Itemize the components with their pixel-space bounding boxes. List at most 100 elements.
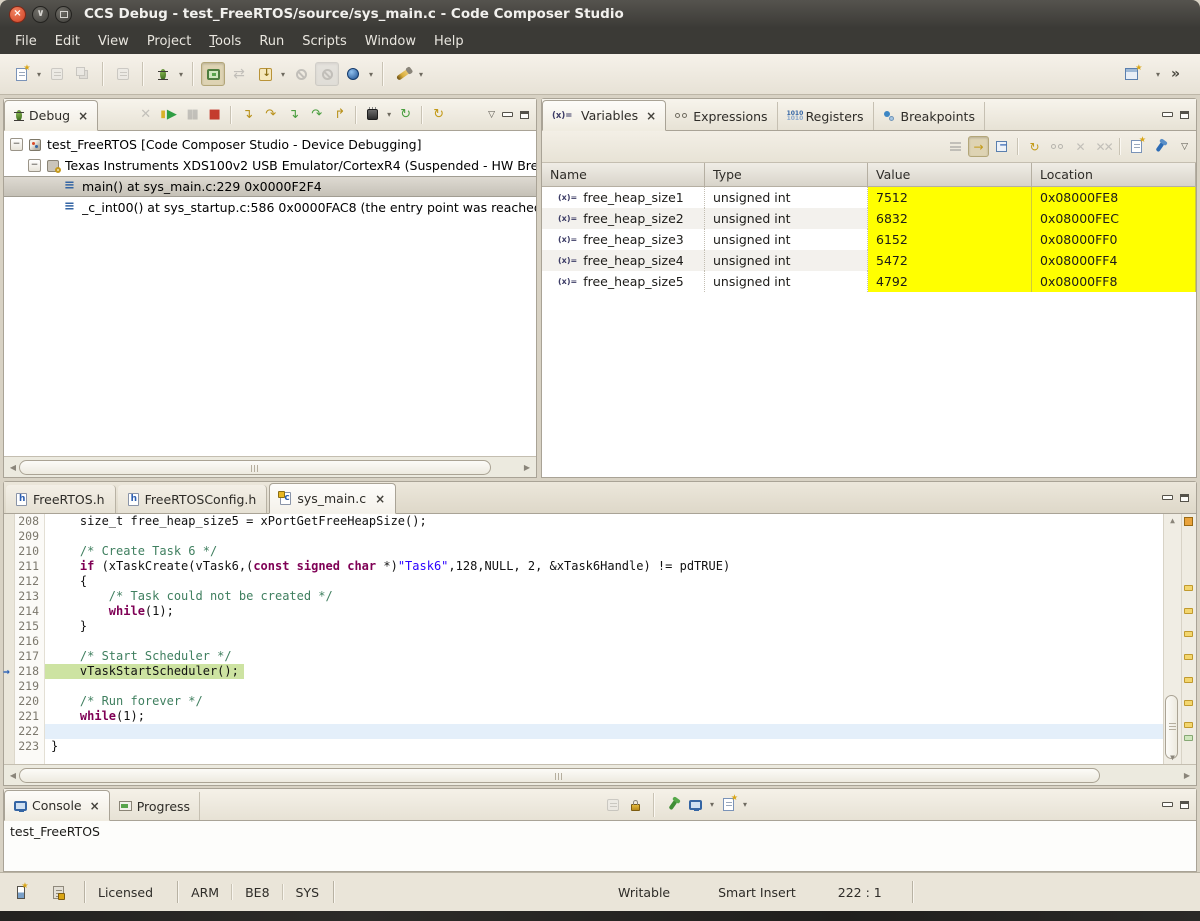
- variables-view-menu-icon[interactable]: ▽: [1181, 142, 1188, 152]
- scroll-track[interactable]: [19, 768, 1181, 783]
- maximize-panel-button[interactable]: [1180, 111, 1189, 119]
- ruler-mark[interactable]: [1184, 735, 1193, 741]
- menu-edit[interactable]: Edit: [46, 31, 89, 52]
- new-target-configuration-icon[interactable]: [341, 62, 365, 86]
- menu-file[interactable]: File: [6, 31, 46, 52]
- highlight-trace-icon[interactable]: [391, 62, 415, 86]
- debug-hscrollbar[interactable]: ◀ ▶: [4, 456, 536, 477]
- step-return-icon[interactable]: ↱: [329, 104, 350, 125]
- column-header-type[interactable]: Type: [705, 163, 868, 186]
- tab-console[interactable]: Console×: [4, 790, 110, 821]
- menu-scripts[interactable]: Scripts: [293, 31, 355, 52]
- tab-progress[interactable]: Progress: [110, 792, 200, 820]
- tab-close-icon[interactable]: ×: [90, 799, 100, 813]
- editor-hscrollbar[interactable]: ◀ ▶: [4, 764, 1196, 785]
- highlight-trace-icon-dropdown[interactable]: ▾: [416, 70, 426, 79]
- tab-expressions[interactable]: Expressions: [666, 102, 777, 130]
- minimize-panel-button[interactable]: [502, 112, 513, 117]
- view-menu-icon[interactable]: ▽: [488, 110, 495, 120]
- scroll-right-icon[interactable]: ▶: [1181, 771, 1193, 780]
- new-icon-dropdown[interactable]: ▾: [34, 70, 44, 79]
- scroll-thumb[interactable]: [19, 460, 491, 475]
- code-lines[interactable]: 208 size_t free_heap_size5 = xPortGetFre…: [4, 514, 1163, 764]
- menu-view[interactable]: View: [89, 31, 138, 52]
- editor-vscrollbar[interactable]: ▲ ▼: [1163, 514, 1181, 764]
- collapse-all-icon[interactable]: [991, 136, 1012, 157]
- assembly-step-over-icon[interactable]: ↷: [306, 104, 327, 125]
- ruler-mark[interactable]: [1184, 677, 1193, 683]
- maximize-button[interactable]: [55, 6, 72, 23]
- minimize-button[interactable]: ∨: [32, 6, 49, 23]
- show-logical-structure-icon[interactable]: →: [968, 136, 989, 157]
- tree-expander-icon[interactable]: −: [10, 138, 23, 151]
- maximize-console-button[interactable]: [1180, 801, 1189, 809]
- assembly-step-into-icon[interactable]: ↴: [283, 104, 304, 125]
- load-program-icon-dropdown[interactable]: ▾: [278, 70, 288, 79]
- tab-close-icon[interactable]: ×: [375, 492, 385, 506]
- menu-run[interactable]: Run: [250, 31, 293, 52]
- cpu-icon-dropdown[interactable]: ▾: [384, 110, 394, 119]
- menu-window[interactable]: Window: [356, 31, 425, 52]
- tab-freertosconfig-h[interactable]: FreeRTOSConfig.h: [118, 485, 268, 513]
- display-selected-console-icon-dropdown[interactable]: ▾: [707, 800, 717, 809]
- restart-icon[interactable]: ↻: [395, 104, 416, 125]
- variable-row[interactable]: (x)=free_heap_size4unsigned int54720x080…: [542, 250, 1196, 271]
- tab-debug[interactable]: Debug ×: [4, 100, 98, 131]
- refresh-icon[interactable]: ↻: [428, 104, 449, 125]
- connect-target-icon[interactable]: [201, 62, 225, 86]
- pin-view-icon[interactable]: [1149, 136, 1170, 157]
- pin-console-icon[interactable]: [662, 794, 683, 815]
- ruler-mark[interactable]: [1184, 722, 1193, 728]
- perspective-dropdown[interactable]: ▾: [1153, 70, 1163, 79]
- variable-row[interactable]: (x)=free_heap_size5unsigned int47920x080…: [542, 271, 1196, 292]
- tab-sys-main-c[interactable]: sys_main.c×: [269, 483, 396, 514]
- column-header-name[interactable]: Name: [542, 163, 705, 186]
- ruler-mark[interactable]: [1184, 654, 1193, 660]
- tab-registers[interactable]: Registers: [778, 102, 874, 130]
- scroll-down-icon[interactable]: ▼: [1164, 753, 1181, 762]
- terminate-icon[interactable]: ■: [204, 104, 225, 125]
- tab-close-icon[interactable]: ×: [646, 109, 656, 123]
- refresh-variables-icon[interactable]: ↻: [1024, 136, 1045, 157]
- minimize-panel-button[interactable]: [1162, 112, 1173, 117]
- debug-icon[interactable]: [151, 62, 175, 86]
- maximize-editor-button[interactable]: [1180, 494, 1189, 502]
- debug-tree-row[interactable]: _c_int00() at sys_startup.c:586 0x0000FA…: [4, 197, 536, 218]
- load-program-icon[interactable]: [253, 62, 277, 86]
- open-console-icon-dropdown[interactable]: ▾: [740, 800, 750, 809]
- scroll-up-icon[interactable]: ▲: [1164, 516, 1181, 525]
- variable-row[interactable]: (x)=free_heap_size2unsigned int68320x080…: [542, 208, 1196, 229]
- minimize-editor-button[interactable]: [1162, 495, 1173, 500]
- column-header-location[interactable]: Location: [1032, 163, 1196, 186]
- scroll-left-icon[interactable]: ◀: [7, 463, 19, 472]
- ruler-mark[interactable]: [1184, 585, 1193, 591]
- debug-tree-row[interactable]: −Texas Instruments XDS100v2 USB Emulator…: [4, 155, 536, 176]
- tab-variables[interactable]: Variables×: [542, 100, 666, 131]
- new-icon[interactable]: [9, 62, 33, 86]
- tab-close-icon[interactable]: ×: [78, 109, 88, 123]
- column-header-value[interactable]: Value: [868, 163, 1032, 186]
- tab-freertos-h[interactable]: FreeRTOS.h: [6, 485, 116, 513]
- open-console-icon[interactable]: [718, 794, 739, 815]
- open-perspective-button[interactable]: [1120, 62, 1144, 86]
- editor-log-button[interactable]: [48, 882, 69, 903]
- scroll-left-icon[interactable]: ◀: [7, 771, 19, 780]
- tree-expander-icon[interactable]: −: [28, 159, 41, 172]
- ruler-mark[interactable]: [1184, 700, 1193, 706]
- scroll-lock-icon[interactable]: [625, 794, 646, 815]
- fast-view-button[interactable]: [10, 882, 31, 903]
- cpu-icon[interactable]: [362, 104, 383, 125]
- display-selected-console-icon[interactable]: [685, 794, 706, 815]
- menu-help[interactable]: Help: [425, 31, 473, 52]
- new-view-icon[interactable]: [1126, 136, 1147, 157]
- step-over-icon[interactable]: ↷: [260, 104, 281, 125]
- minimize-console-button[interactable]: [1162, 802, 1173, 807]
- scroll-track[interactable]: [19, 460, 521, 475]
- maximize-panel-button[interactable]: [520, 111, 529, 119]
- step-into-icon[interactable]: ↴: [237, 104, 258, 125]
- ruler-mark[interactable]: [1184, 631, 1193, 637]
- ruler-mark[interactable]: [1184, 608, 1193, 614]
- variable-row[interactable]: (x)=free_heap_size1unsigned int75120x080…: [542, 187, 1196, 208]
- close-button[interactable]: ×: [9, 6, 26, 23]
- debug-tree-row[interactable]: −test_FreeRTOS [Code Composer Studio - D…: [4, 134, 536, 155]
